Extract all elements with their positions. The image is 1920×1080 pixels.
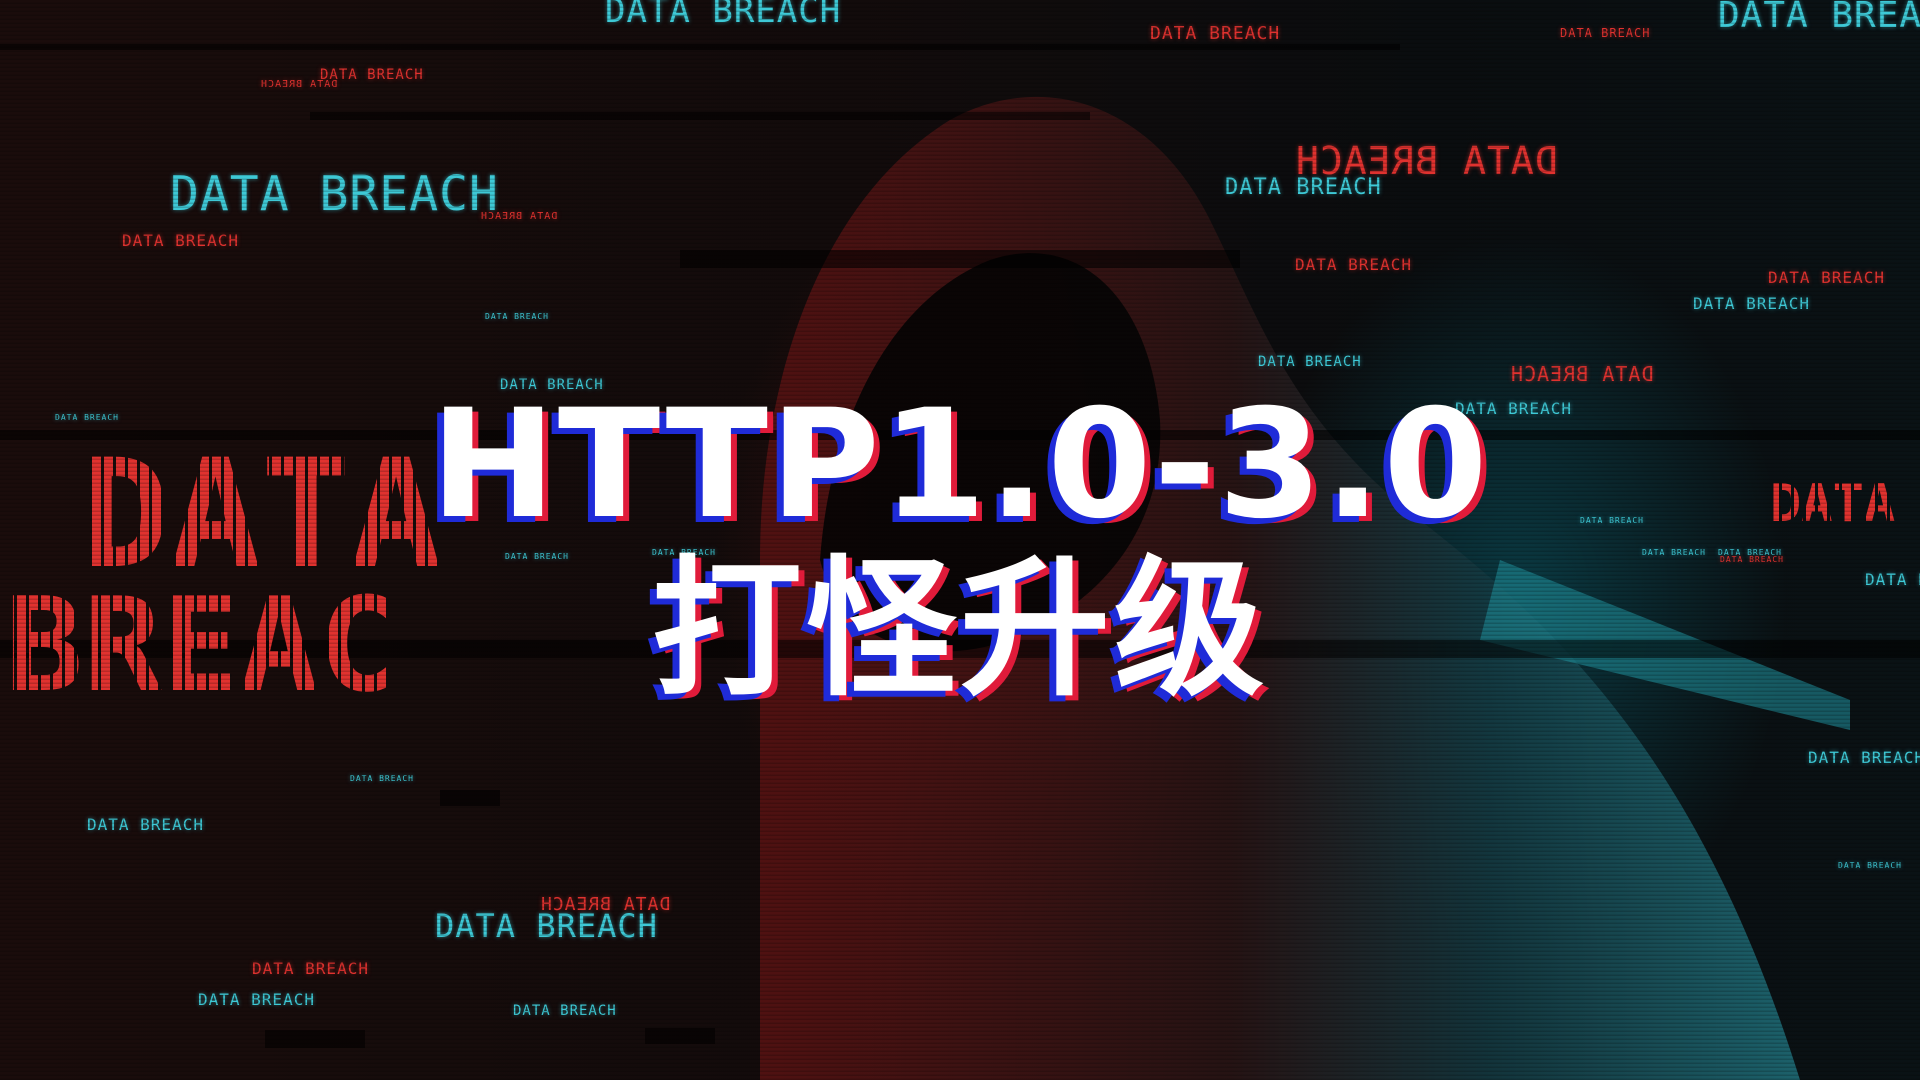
glitch-bar	[310, 112, 1090, 120]
glitch-bar	[680, 250, 1240, 268]
data-breach-label: DATA BREACH	[252, 959, 369, 978]
glitch-bar	[440, 790, 500, 806]
data-breach-label: DATA BREACH	[198, 990, 315, 1009]
data-breach-label: DATA BREACH	[1510, 362, 1654, 386]
data-breach-label: DATA BREACH	[1768, 268, 1885, 287]
glitch-bar	[265, 1030, 365, 1048]
data-breach-label: DATA BREACH	[435, 907, 658, 945]
page-subtitle: 打怪升级	[651, 543, 1268, 717]
data-breach-label: DATA BREACH	[605, 0, 842, 31]
data-breach-label: DATA BREACH	[1838, 861, 1902, 870]
data-breach-label: DATA BREACH	[1693, 294, 1810, 313]
data-breach-label: DATA BREACH	[260, 79, 338, 90]
data-breach-label: DATA BREACH	[1718, 0, 1920, 36]
data-breach-label: DATA BREACH	[1150, 23, 1281, 44]
data-breach-label: DATA BREACH	[1808, 748, 1920, 767]
glitch-bar	[0, 44, 1400, 50]
data-breach-label: DATA BREACH	[1295, 255, 1412, 274]
glitch-bar	[645, 1028, 715, 1044]
data-breach-label: DATA BREACH	[350, 774, 414, 783]
data-breach-label: DATA BREACH	[1258, 354, 1362, 370]
data-breach-label: DATA BREACH	[480, 211, 558, 222]
data-breach-label: DATA BREACH	[513, 1003, 617, 1019]
data-breach-label: DATA BREACH	[1225, 175, 1382, 200]
data-breach-label: DATA BREACH	[170, 166, 499, 222]
poster-canvas: DATA BREAC DATA DATA BREACH DATA BREACH …	[0, 0, 1920, 1080]
data-breach-label: DATA BREACH	[87, 815, 204, 834]
data-breach-label: DATA BREACH	[1560, 26, 1651, 40]
data-breach-label: DATA BREACH	[485, 312, 549, 321]
data-breach-label: DATA BREACH	[122, 231, 239, 250]
page-title: HTTP1.0-3.0	[430, 378, 1490, 552]
